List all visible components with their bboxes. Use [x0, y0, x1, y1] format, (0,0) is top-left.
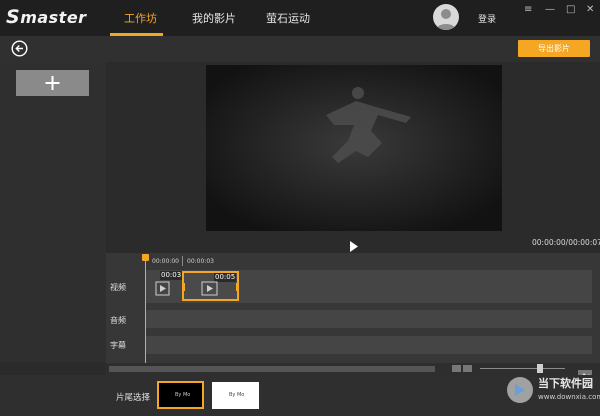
watermark-title: 当下软件园	[538, 377, 593, 390]
timeline-clip[interactable]: 00:03	[152, 271, 183, 301]
preview-frame	[206, 65, 502, 231]
time-tick: 00:00:00	[152, 258, 179, 265]
zoom-slider-thumb[interactable]	[537, 364, 543, 373]
watermark-url: www.downxia.com	[538, 393, 600, 401]
ending-option-dark[interactable]: By Mo	[157, 381, 204, 409]
zoom-out-icon[interactable]	[452, 365, 461, 372]
back-button[interactable]	[11, 40, 28, 57]
plus-icon	[45, 76, 60, 90]
user-icon	[436, 9, 456, 30]
zoom-fit-icon[interactable]	[463, 365, 472, 372]
minimize-icon[interactable]: —	[545, 4, 555, 15]
maximize-icon[interactable]: □	[566, 4, 575, 15]
export-video-button[interactable]: 导出影片	[518, 40, 590, 57]
film-clip-icon	[201, 281, 218, 296]
ending-option-text: By Mo	[229, 392, 245, 398]
zoom-slider-track[interactable]	[480, 368, 565, 369]
site-watermark: 当下软件园 www.downxia.com	[505, 373, 600, 411]
clip-trim-handle-right[interactable]	[236, 283, 239, 291]
subtitle-track[interactable]	[145, 336, 592, 354]
video-track-label: 视频	[110, 283, 126, 292]
close-icon[interactable]: ✕	[586, 4, 594, 15]
logo-text: master	[20, 8, 87, 27]
zoom-in-icon[interactable]	[578, 364, 592, 379]
avatar[interactable]	[433, 4, 459, 30]
clip-trim-handle-left[interactable]	[182, 283, 185, 291]
audio-track[interactable]	[145, 310, 592, 328]
timeline-clip-selected[interactable]: 00:05	[182, 271, 239, 301]
back-arrow-icon	[11, 40, 28, 57]
app-logo: Smaster	[6, 6, 87, 28]
tab-ezviz-sport[interactable]: 萤石运动	[266, 10, 310, 26]
media-panel	[0, 62, 106, 362]
ending-selection-label: 片尾选择	[116, 393, 151, 403]
menu-icon[interactable]: ≡	[524, 4, 532, 15]
film-clip-icon	[155, 281, 170, 296]
downxia-logo-icon	[507, 377, 533, 403]
ending-option-light[interactable]: By Mo	[212, 382, 259, 409]
clip-duration: 00:03	[160, 271, 183, 280]
add-media-button[interactable]	[16, 70, 89, 96]
logo-initial: S	[6, 6, 21, 28]
play-icon	[350, 241, 358, 252]
login-link[interactable]: 登录	[478, 12, 496, 25]
timeline-scrollbar[interactable]	[109, 366, 435, 372]
subtitle-track-label: 字幕	[110, 341, 126, 350]
tick-mark	[182, 256, 183, 266]
timecode-display: 00:00:00/00:00:07	[532, 238, 600, 247]
sub-toolbar	[0, 36, 600, 62]
ending-option-text: By Mo	[175, 392, 191, 398]
play-button[interactable]	[349, 237, 359, 252]
video-preview[interactable]	[206, 65, 502, 231]
playhead-line	[145, 259, 146, 363]
audio-track-label: 音频	[110, 316, 126, 325]
time-tick: 00:00:03	[187, 258, 214, 265]
tab-my-films[interactable]: 我的影片	[192, 10, 236, 26]
tab-workshop[interactable]: 工作坊	[124, 10, 157, 26]
playhead-handle[interactable]	[142, 254, 149, 261]
